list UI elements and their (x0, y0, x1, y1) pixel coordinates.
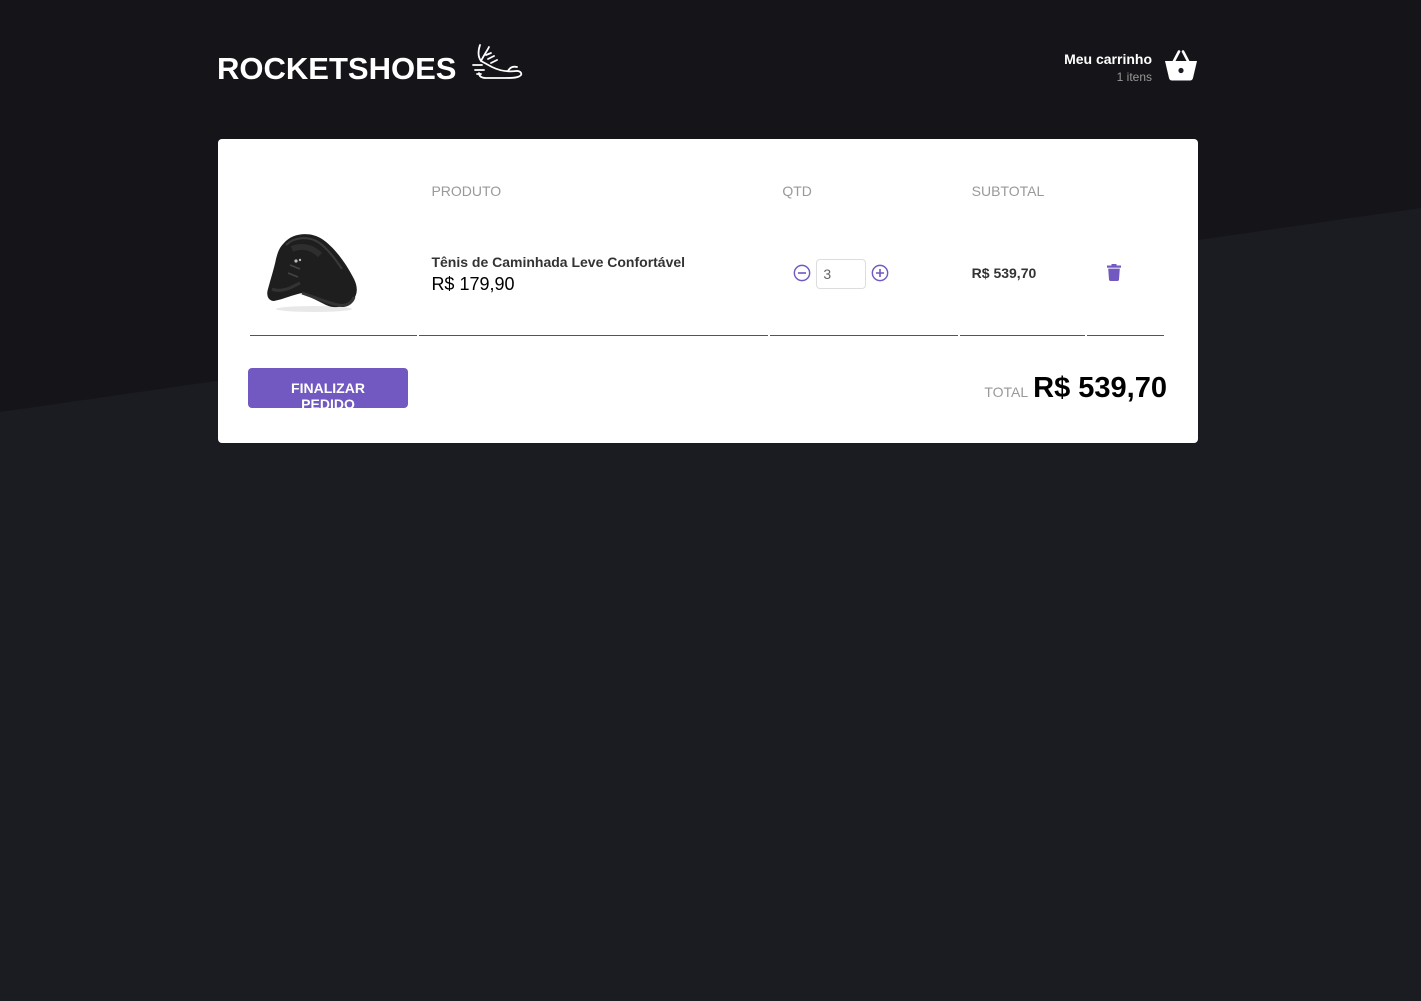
cart-count: 1 itens (1116, 70, 1152, 84)
product-title: Tênis de Caminhada Leve Confortável (431, 253, 686, 270)
increment-button[interactable] (866, 259, 894, 290)
total-summary: TOTAL R$ 539,70 (984, 372, 1167, 405)
header-image (250, 169, 417, 213)
quantity-cell (770, 213, 958, 336)
trash-icon (1107, 264, 1122, 284)
add-circle-icon (871, 264, 889, 285)
cart-text: Meu carrinho 1 itens (1064, 51, 1152, 84)
header-subtotal: SUBTOTAL (971, 183, 1045, 199)
product-info-cell: Tênis de Caminhada Leve Confortável R$ 1… (419, 213, 769, 336)
product-price: R$ 179,90 (431, 273, 515, 294)
header-product: PRODUTO (431, 183, 502, 199)
cart-title: Meu carrinho (1064, 51, 1152, 67)
running-shoe-icon (472, 43, 524, 86)
page-container: ROCKETSHOES Meu carrinho 1 itens PRODUTO… (217, 0, 1198, 443)
shopping-basket-icon (1164, 49, 1198, 86)
header-actions (1087, 169, 1164, 213)
total-value: R$ 539,70 (1033, 371, 1167, 404)
table-row: Tênis de Caminhada Leve Confortável R$ 1… (250, 213, 1164, 336)
actions-cell (1087, 213, 1164, 336)
table-header-row: PRODUTO QTD SUBTOTAL (250, 169, 1164, 213)
cart-link[interactable]: Meu carrinho 1 itens (1064, 49, 1198, 86)
total-label: TOTAL (984, 383, 1029, 400)
product-table: PRODUTO QTD SUBTOTAL Tênis de Caminhada … (248, 169, 1166, 336)
quantity-stepper (788, 259, 945, 290)
decrement-button[interactable] (788, 259, 816, 290)
quantity-input[interactable] (816, 259, 867, 289)
product-image-cell (250, 213, 418, 336)
cart-footer: FINALIZAR PEDIDO TOTAL R$ 539,70 (248, 368, 1167, 412)
brand-name: ROCKETSHOES (217, 50, 457, 86)
item-subtotal: R$ 539,70 (971, 265, 1037, 281)
finalize-order-button[interactable]: FINALIZAR PEDIDO (248, 368, 408, 412)
subtotal-cell: R$ 539,70 (959, 213, 1086, 336)
product-image (262, 233, 362, 319)
header-qtd: QTD (782, 183, 812, 199)
header: ROCKETSHOES Meu carrinho 1 itens (217, 0, 1198, 139)
cart-panel: PRODUTO QTD SUBTOTAL Tênis de Caminhada … (218, 139, 1198, 443)
remove-circle-icon (793, 264, 811, 285)
logo-link[interactable]: ROCKETSHOES (217, 44, 524, 87)
delete-button[interactable] (1101, 258, 1127, 290)
